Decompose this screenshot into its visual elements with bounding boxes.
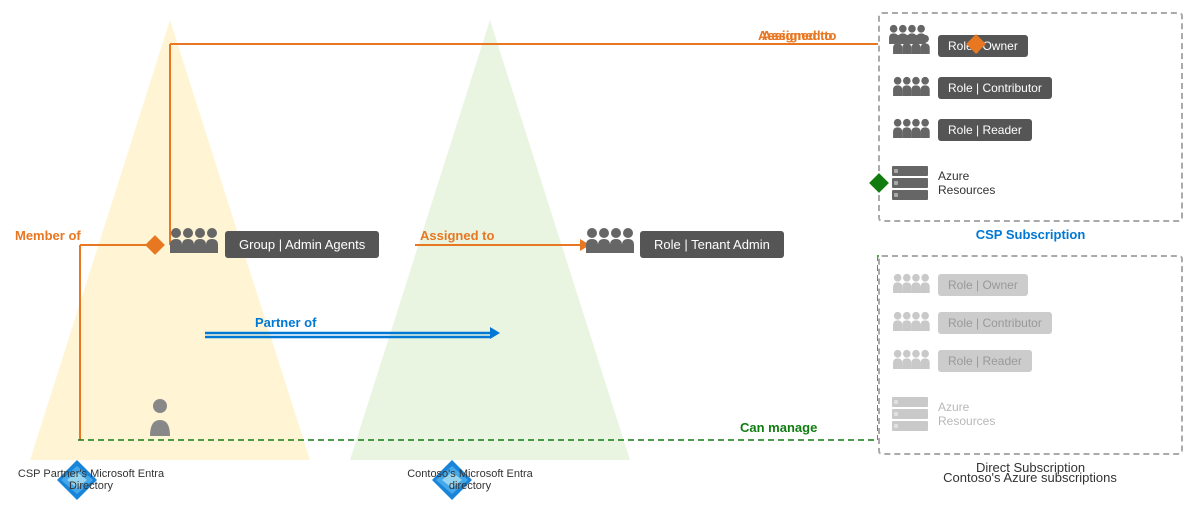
single-person [148, 398, 172, 439]
assigned-to-label-mid: Assigned to [420, 228, 494, 243]
csp-role-reader-row: Role | Reader [890, 116, 1032, 144]
csp-azure-resources: AzureResources [890, 164, 995, 202]
people-group-right [582, 225, 637, 263]
azure-subscriptions-caption: Contoso's Azure subscriptions [880, 470, 1180, 485]
csp-partner-label: CSP Partner's Microsoft Entra Directory [16, 468, 166, 492]
diamond-csp [869, 173, 889, 193]
tenant-admin-badge: Role | Tenant Admin [640, 231, 784, 258]
contoso-label: Contoso's Microsoft Entra directory [390, 468, 550, 492]
direct-azure-resources: AzureResources [890, 395, 995, 433]
csp-subscription-label: CSP Subscription [976, 227, 1086, 242]
people-group-left [166, 225, 221, 263]
people-csp-owner [886, 22, 928, 53]
can-manage-label: Can manage [740, 420, 817, 435]
csp-role-reader-label: Role | Reader [938, 119, 1032, 141]
csp-role-contributor-row: Role | Contributor [890, 74, 1052, 102]
direct-role-reader-label: Role | Reader [938, 350, 1032, 372]
partner-of-label: Partner of [255, 315, 316, 330]
direct-role-owner-row: Role | Owner [890, 271, 1028, 299]
member-of-label: Member of [15, 228, 81, 243]
admin-agents-badge: Group | Admin Agents [225, 231, 379, 258]
assigned-to-top: Assigned to [762, 28, 836, 43]
direct-role-contributor-row: Role | Contributor [890, 309, 1052, 337]
csp-azure-resources-label: AzureResources [938, 169, 995, 197]
diagram-container: Assigned to Member of Group [0, 0, 1200, 509]
direct-subscription-box: Role | Owner Role | Contributor [878, 255, 1183, 455]
direct-role-contributor-label: Role | Contributor [938, 312, 1052, 334]
csp-role-contributor-label: Role | Contributor [938, 77, 1052, 99]
direct-role-owner-label: Role | Owner [938, 274, 1028, 296]
direct-azure-resources-label: AzureResources [938, 400, 995, 428]
direct-role-reader-row: Role | Reader [890, 347, 1032, 375]
